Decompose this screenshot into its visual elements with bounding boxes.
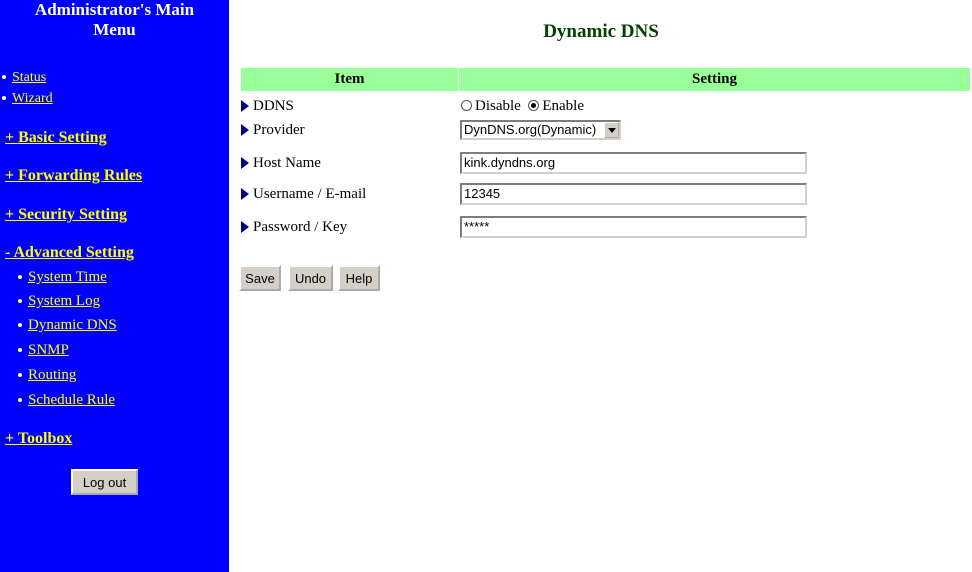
bullet-icon <box>18 298 22 303</box>
forwarding-rules-link[interactable]: + Forwarding Rules <box>5 167 142 184</box>
table-row-provider: Provider DynDNS.org(Dynamic) <box>241 119 970 141</box>
bullet-icon <box>18 347 22 352</box>
sidebar-item-routing[interactable]: Routing <box>18 367 76 383</box>
chevron-down-icon[interactable] <box>604 122 619 138</box>
basic-setting-link[interactable]: + Basic Setting <box>5 129 107 146</box>
dynamic-dns-link[interactable]: Dynamic DNS <box>28 317 117 333</box>
password-label: Password / Key <box>253 219 348 235</box>
sidebar-item-system-log[interactable]: System Log <box>18 293 100 309</box>
bullet-icon <box>2 74 6 79</box>
system-time-link[interactable]: System Time <box>28 269 107 285</box>
advanced-setting-link[interactable]: - Advanced Setting <box>5 244 134 261</box>
logout-button[interactable]: Log out <box>71 469 138 495</box>
provider-select[interactable]: DynDNS.org(Dynamic) <box>460 120 621 140</box>
sidebar-item-snmp[interactable]: SNMP <box>18 342 69 358</box>
provider-select-value: DynDNS.org(Dynamic) <box>464 122 597 137</box>
column-header-item: Item <box>241 68 458 91</box>
arrow-right-icon <box>241 99 249 112</box>
bullet-icon <box>18 397 22 402</box>
arrow-right-icon <box>241 156 249 169</box>
table-row-password: Password / Key ***** <box>241 216 970 238</box>
sidebar-item-system-time[interactable]: System Time <box>18 269 107 285</box>
arrow-right-icon <box>241 187 249 200</box>
ddns-disable-radio[interactable] <box>461 100 472 112</box>
bullet-icon <box>2 95 6 100</box>
ddns-label-cell: DDNS <box>241 95 294 117</box>
column-header-setting: Setting <box>459 68 970 91</box>
sidebar-item-status[interactable]: Status <box>2 70 46 86</box>
ddns-enable-label[interactable]: Enable <box>542 98 584 114</box>
table-row-host-name: Host Name kink.dyndns.org <box>241 152 970 174</box>
bullet-icon <box>18 322 22 327</box>
host-name-label: Host Name <box>253 155 321 171</box>
host-label-cell: Host Name <box>241 152 321 174</box>
security-setting-link[interactable]: + Security Setting <box>5 206 127 223</box>
sidebar-item-wizard[interactable]: Wizard <box>2 91 53 107</box>
bullet-icon <box>18 274 22 279</box>
routing-link[interactable]: Routing <box>28 367 76 383</box>
wizard-link[interactable]: Wizard <box>12 91 53 106</box>
arrow-right-icon <box>241 123 249 136</box>
password-input[interactable]: ***** <box>460 216 807 238</box>
schedule-rule-link[interactable]: Schedule Rule <box>28 392 115 408</box>
menu-title: Administrator's Main Menu <box>34 0 195 39</box>
password-label-cell: Password / Key <box>241 216 347 238</box>
system-log-link[interactable]: System Log <box>28 293 100 309</box>
sidebar-item-schedule-rule[interactable]: Schedule Rule <box>18 392 115 408</box>
bullet-icon <box>18 372 22 377</box>
username-input[interactable]: 12345 <box>460 183 807 205</box>
table-row-ddns: DDNS Disable Enable <box>241 95 970 117</box>
ddns-disable-label[interactable]: Disable <box>475 98 521 114</box>
sidebar: Administrator's Main Menu Status Wizard … <box>0 0 229 572</box>
status-link[interactable]: Status <box>12 70 46 85</box>
username-label: Username / E-mail <box>253 186 367 202</box>
save-button[interactable]: Save <box>239 265 281 291</box>
arrow-right-icon <box>241 220 249 233</box>
sidebar-item-dynamic-dns[interactable]: Dynamic DNS <box>18 317 117 333</box>
host-name-input[interactable]: kink.dyndns.org <box>460 152 807 174</box>
username-label-cell: Username / E-mail <box>241 183 366 205</box>
undo-button[interactable]: Undo <box>288 265 333 291</box>
provider-label-cell: Provider <box>241 119 305 141</box>
toolbox-link[interactable]: + Toolbox <box>5 430 72 447</box>
snmp-link[interactable]: SNMP <box>28 342 69 358</box>
help-button[interactable]: Help <box>338 265 380 291</box>
provider-label: Provider <box>253 122 305 138</box>
ddns-label: DDNS <box>253 98 294 114</box>
ddns-enable-radio[interactable] <box>528 100 540 112</box>
table-row-username: Username / E-mail 12345 <box>241 183 970 205</box>
ddns-radio-group: Disable Enable <box>461 95 584 117</box>
page-title: Dynamic DNS <box>543 21 659 42</box>
